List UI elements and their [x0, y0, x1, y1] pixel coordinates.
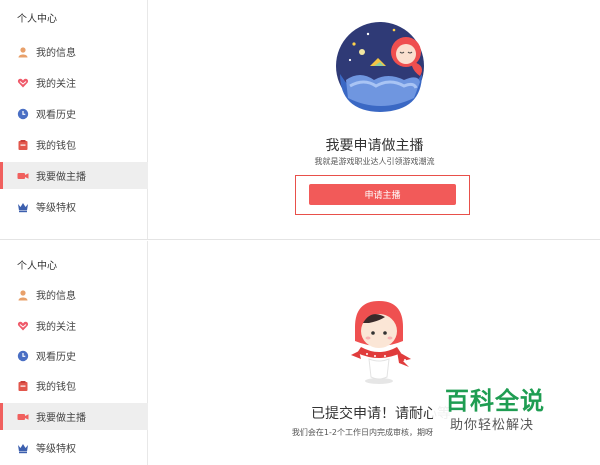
submitted-heading: 已提交申请！请耐心等 [311, 406, 451, 422]
sidebar-item-my-follows[interactable]: 我的关注 [0, 69, 148, 96]
sidebar-item-label: 等级特权 [36, 203, 76, 214]
sidebar-item-become-host[interactable]: 我要做主播 [0, 403, 148, 430]
waiting-mascot-illustration [345, 297, 415, 391]
sidebar-item-label: 观看历史 [36, 110, 76, 121]
sidebar-item-my-follows[interactable]: 我的关注 [0, 312, 148, 339]
heart-icon [17, 77, 29, 89]
apply-heading: 我要申请做主播 [325, 138, 424, 154]
submitted-subtitle: 我们会在1-2个工作日内完成审核，期呀 [291, 428, 433, 437]
clock-icon [17, 350, 29, 362]
watermark-title: 百科全说 [445, 387, 545, 415]
wallet-icon [17, 380, 29, 392]
heart-icon [17, 320, 29, 332]
user-icon [17, 289, 29, 301]
sidebar-item-label: 我要做主播 [36, 172, 86, 183]
crown-icon [17, 442, 29, 454]
apply-host-button[interactable]: 申请主播 [309, 184, 456, 205]
sidebar-item-watch-history[interactable]: 观看历史 [0, 342, 148, 369]
sidebar-item-my-info[interactable]: 我的信息 [0, 38, 148, 65]
sidebar-item-label: 我的关注 [36, 79, 76, 90]
sidebar-title: 个人中心 [17, 14, 57, 25]
sidebar-item-label: 我的信息 [36, 291, 76, 302]
crown-icon [17, 201, 29, 213]
sidebar: 个人中心 我的信息 我的关注 观看历史 我的钱包 我要做主播 等级特权 [0, 0, 148, 239]
watermark-subtitle: 助你轻松解决 [450, 418, 535, 433]
apply-subtitle: 我就是游戏职业达人引领游戏潮流 [314, 157, 435, 166]
main-content: 我要申请做主播 我就是游戏职业达人引领游戏潮流 申请主播 [149, 0, 600, 239]
camera-icon [17, 411, 29, 423]
sidebar-item-watch-history[interactable]: 观看历史 [0, 100, 148, 127]
sidebar-item-my-wallet[interactable]: 我的钱包 [0, 372, 148, 399]
sidebar-item-label: 我的关注 [36, 322, 76, 333]
host-mascot-illustration [334, 16, 434, 120]
sidebar-item-level-privileges[interactable]: 等级特权 [0, 434, 148, 461]
sidebar-item-level-privileges[interactable]: 等级特权 [0, 193, 148, 220]
sidebar-item-become-host[interactable]: 我要做主播 [0, 162, 148, 189]
wallet-icon [17, 139, 29, 151]
sidebar-item-label: 等级特权 [36, 444, 76, 455]
sidebar-title: 个人中心 [17, 261, 57, 272]
camera-icon [17, 170, 29, 182]
sidebar-item-my-info[interactable]: 我的信息 [0, 281, 148, 308]
sidebar: 个人中心 我的信息 我的关注 观看历史 我的钱包 我要做主播 等级特权 [0, 241, 148, 465]
sidebar-item-label: 我要做主播 [36, 413, 86, 424]
sidebar-item-label: 我的钱包 [36, 141, 76, 152]
sidebar-item-my-wallet[interactable]: 我的钱包 [0, 131, 148, 158]
sidebar-item-label: 我的信息 [36, 48, 76, 59]
apply-panel: 个人中心 我的信息 我的关注 观看历史 我的钱包 我要做主播 等级特权 我要申请… [0, 0, 600, 240]
sidebar-item-label: 我的钱包 [36, 382, 76, 393]
clock-icon [17, 108, 29, 120]
sidebar-item-label: 观看历史 [36, 352, 76, 363]
user-icon [17, 46, 29, 58]
